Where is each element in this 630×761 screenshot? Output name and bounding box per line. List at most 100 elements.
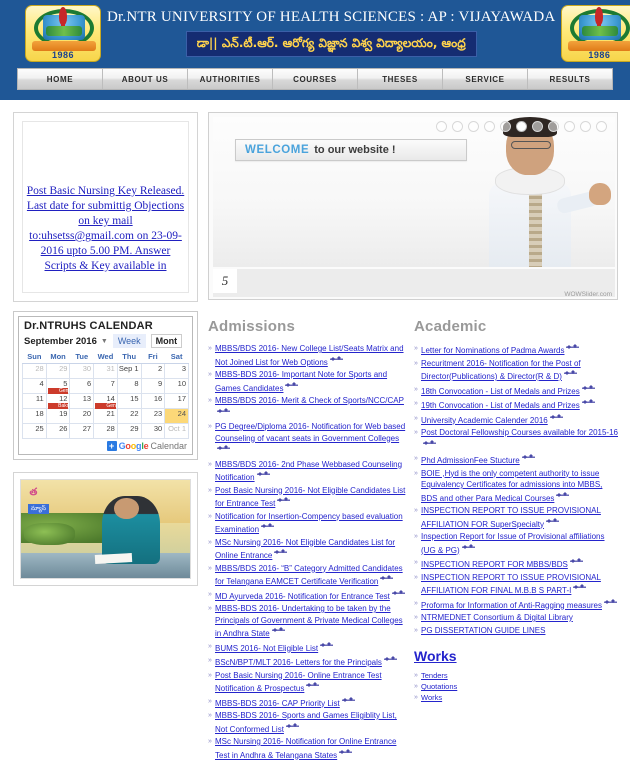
slider-bullet-6[interactable] [516, 121, 527, 132]
admissions-link[interactable]: MSc Nursing 2016- Not Eligible Candidate… [215, 538, 395, 561]
calendar-day-cell[interactable]: 16 [140, 393, 166, 409]
calendar-day-cell[interactable]: 29 [45, 363, 71, 379]
academic-link[interactable]: University Academic Calender 2016 [421, 416, 548, 425]
slider-bullet-9[interactable] [564, 121, 575, 132]
google-calendar-plus-icon[interactable]: + [106, 441, 117, 451]
works-item[interactable]: Works [414, 693, 620, 703]
calendar-day-cell[interactable]: 5 Gen [45, 378, 71, 394]
admissions-link[interactable]: MBBS/BDS 2016- New College List/Seats Ma… [215, 344, 404, 367]
slider-bullet-3[interactable] [468, 121, 479, 132]
admissions-item[interactable]: MSc Nursing 2016- Notification for Onlin… [208, 736, 406, 761]
admissions-link[interactable]: MSc Nursing 2016- Notification for Onlin… [215, 737, 396, 760]
admissions-link[interactable]: Post Basic Nursing 2016- Online Entrance… [215, 671, 382, 694]
academic-link[interactable]: 18th Convocation - List of Medals and Pr… [421, 387, 580, 396]
admissions-item[interactable]: MBBS-BDS 2016- Sports and Games Eligibli… [208, 710, 406, 735]
slider-bullet-4[interactable] [484, 121, 495, 132]
admissions-item[interactable]: Notification for Insertion-Compency base… [208, 511, 406, 536]
calendar-day-cell[interactable]: 3 [164, 363, 189, 379]
admissions-item[interactable]: MBBS-BDS 2016- Important Note for Sports… [208, 369, 406, 394]
works-item[interactable]: Tenders [414, 671, 620, 681]
academic-item[interactable]: Post Doctoral Fellowship Courses availab… [414, 427, 620, 452]
works-item[interactable]: Quotations [414, 682, 620, 692]
calendar-day-cell[interactable]: 29 [116, 423, 142, 439]
works-link[interactable]: Quotations [421, 682, 457, 691]
academic-item[interactable]: INSPECTION REPORT TO ISSUE PROVISIONAL A… [414, 572, 620, 597]
calendar-day-cell[interactable]: 20 [69, 408, 95, 424]
calendar-day-cell[interactable]: 27 [69, 423, 95, 439]
calendar-day-cell[interactable]: 22 [116, 408, 142, 424]
nav-item-results[interactable]: RESULTS [528, 69, 612, 89]
calendar-day-cell[interactable]: 21 [93, 408, 118, 424]
slider-bullet-7[interactable] [532, 121, 543, 132]
calendar-day-cell[interactable]: 24 [164, 408, 189, 424]
slider-bullet-5[interactable] [500, 121, 511, 132]
calendar-day-cell[interactable]: 30 [140, 423, 166, 439]
academic-link[interactable]: INSPECTION REPORT FOR MBBS/BDS [421, 560, 568, 569]
calendar-day-cell[interactable]: 8 [116, 378, 142, 394]
admissions-link[interactable]: MD Ayurveda 2016- Notification for Entra… [215, 592, 390, 601]
calendar-day-cell[interactable]: 10 [164, 378, 189, 394]
slider-bullet-1[interactable] [436, 121, 447, 132]
calendar-day-cell[interactable]: 14 Gen [93, 393, 118, 409]
academic-link[interactable]: BOIE ,Hyd is the only competent authorit… [421, 469, 602, 503]
admissions-item[interactable]: MD Ayurveda 2016- Notification for Entra… [208, 588, 406, 603]
academic-item[interactable]: PG DISSERTATION GUIDE LINES [414, 625, 620, 637]
calendar-day-cell[interactable]: 28 [22, 363, 47, 379]
slider-bullet-2[interactable] [452, 121, 463, 132]
academic-link[interactable]: Proforma for Information of Anti-Ragging… [421, 601, 602, 610]
nav-item-theses[interactable]: THESES [358, 69, 443, 89]
academic-item[interactable]: INSPECTION REPORT FOR MBBS/BDS [414, 557, 620, 571]
admissions-item[interactable]: Post Basic Nursing 2016- Not Eligible Ca… [208, 485, 406, 510]
calendar-day-cell[interactable]: 30 [69, 363, 95, 379]
academic-item[interactable]: University Academic Calender 2016 [414, 412, 620, 427]
calendar-day-cell[interactable]: 19 [45, 408, 71, 424]
nav-item-about-us[interactable]: ABOUT US [103, 69, 188, 89]
admissions-link[interactable]: PG Degree/Diploma 2016- Notification for… [215, 422, 405, 443]
nav-item-home[interactable]: HOME [18, 69, 103, 89]
calendar-day-cell[interactable]: 23 [140, 408, 166, 424]
slider-bullet-11[interactable] [596, 121, 607, 132]
academic-link[interactable]: Letter for Nominations of Padma Awards [421, 346, 564, 355]
admissions-item[interactable]: MSc Nursing 2016- Not Eligible Candidate… [208, 537, 406, 562]
admissions-item[interactable]: MBBS-BDS 2016- Undertaking to be taken b… [208, 603, 406, 640]
calendar-day-cell[interactable]: Oct 1 [164, 423, 189, 439]
calendar-day-cell[interactable]: 2 [140, 363, 166, 379]
nav-item-courses[interactable]: COURSES [273, 69, 358, 89]
academic-link[interactable]: Phd AdmissionFee Stucture [421, 456, 520, 465]
calendar-day-cell[interactable]: 15 [116, 393, 142, 409]
academic-item[interactable]: Proforma for Information of Anti-Ragging… [414, 597, 620, 612]
works-link[interactable]: Works [421, 693, 442, 702]
chevron-down-icon[interactable]: ▼ [101, 338, 108, 345]
news-ticker-link[interactable]: Post Basic Nursing Key Released. Last da… [23, 184, 188, 274]
admissions-link[interactable]: Notification for Insertion-Compency base… [215, 512, 403, 535]
academic-item[interactable]: 19th Convocation - List of Medals and Pr… [414, 398, 620, 412]
calendar-view-month-button[interactable]: Mont [150, 334, 183, 348]
slider-bullet-10[interactable] [580, 121, 591, 132]
calendar-day-cell[interactable]: 26 [45, 423, 71, 439]
academic-link[interactable]: Recuritment 2016- Notification for the P… [421, 359, 581, 382]
admissions-link[interactable]: MBBS/BDS 2016- 2nd Phase Webbased Counse… [215, 460, 402, 483]
admissions-link[interactable]: MBBS/BDS 2016- “B” Category Admitted Can… [215, 564, 403, 587]
slider-bullet-8[interactable] [548, 121, 559, 132]
admissions-link[interactable]: MBBS-BDS 2016- Sports and Games Eligibli… [215, 711, 397, 734]
admissions-link[interactable]: MBBS-BDS 2016- Undertaking to be taken b… [215, 604, 403, 638]
admissions-link[interactable]: MBBS/BDS 2016- Merit & Check of Sports/N… [215, 396, 404, 405]
admissions-item[interactable]: MBBS/BDS 2016- 2nd Phase Webbased Counse… [208, 459, 406, 484]
nav-item-service[interactable]: SERVICE [443, 69, 528, 89]
calendar-day-cell[interactable]: 18 [22, 408, 47, 424]
academic-item[interactable]: Letter for Nominations of Padma Awards [414, 343, 620, 357]
calendar-day-cell[interactable]: 17 [164, 393, 189, 409]
slider-bullet-navigation[interactable] [436, 121, 607, 132]
calendar-day-cell[interactable]: Sep 1 [116, 363, 142, 379]
calendar-day-cell[interactable]: 12 Bakr [45, 393, 71, 409]
academic-item[interactable]: 18th Convocation - List of Medals and Pr… [414, 383, 620, 398]
admissions-link[interactable]: MBBS-BDS 2016- Important Note for Sports… [215, 370, 387, 393]
calendar-day-cell[interactable]: 4 [22, 378, 47, 394]
academic-link[interactable]: NTRMEDNET Consortium & Digital Library [421, 613, 573, 622]
academic-item[interactable]: NTRMEDNET Consortium & Digital Library [414, 612, 620, 624]
admissions-link[interactable]: BScN/BPT/MLT 2016- Letters for the Princ… [215, 658, 382, 667]
calendar-day-cell[interactable]: 13 [69, 393, 95, 409]
academic-link[interactable]: Inspection Report for Issue of Provision… [421, 532, 605, 555]
admissions-item[interactable]: MBBS/BDS 2016- Merit & Check of Sports/N… [208, 395, 406, 420]
admissions-item[interactable]: MBBS/BDS 2016- “B” Category Admitted Can… [208, 563, 406, 588]
